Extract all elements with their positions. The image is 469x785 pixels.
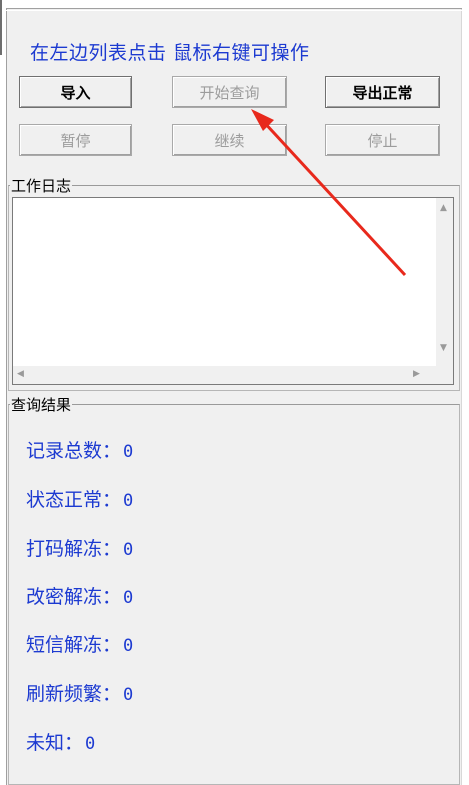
annotation-overlay [251,109,407,277]
annotation-arrow-line [260,118,407,277]
